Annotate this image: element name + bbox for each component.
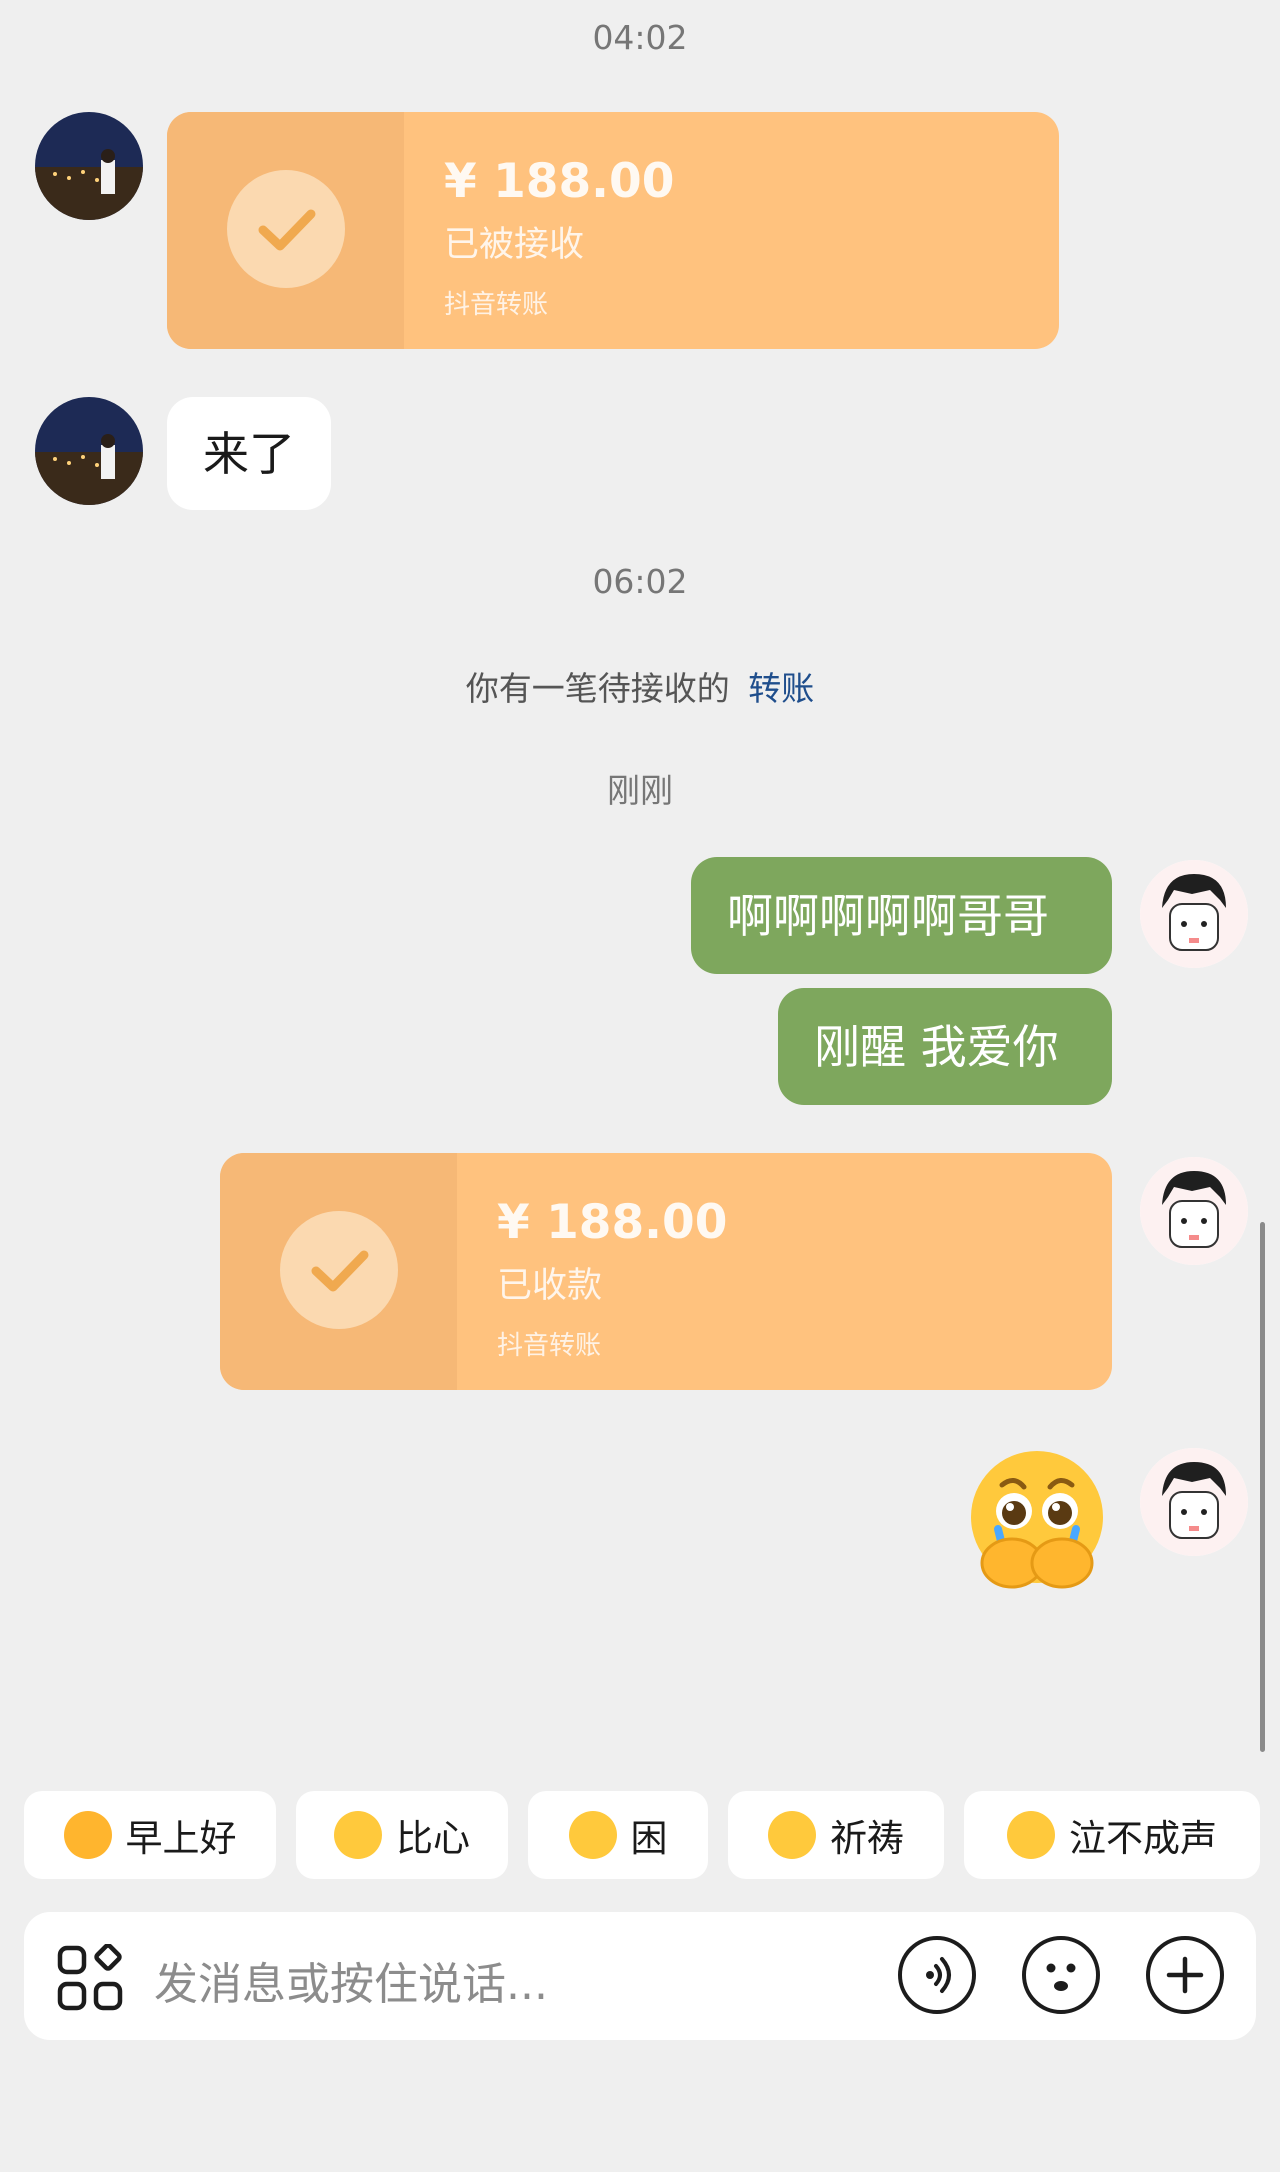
contact-avatar[interactable] [35, 397, 143, 505]
scrollbar[interactable] [1260, 1222, 1265, 1752]
transfer-amount: ¥ 188.00 [444, 154, 675, 209]
contact-avatar[interactable] [35, 112, 143, 220]
system-notice: 你有一笔待接收的 转账 [0, 662, 1280, 710]
quick-reply-chip[interactable]: 祈祷 [728, 1791, 944, 1879]
transfer-source: 抖音转账 [444, 290, 549, 320]
system-notice-text: 你有一笔待接收的 [465, 669, 730, 708]
transfer-link[interactable]: 转账 [748, 669, 814, 708]
plus-icon[interactable] [1146, 1936, 1224, 2014]
transfer-source: 抖音转账 [497, 1331, 602, 1361]
self-avatar[interactable] [1140, 1157, 1248, 1265]
self-avatar[interactable] [1140, 860, 1248, 968]
self-avatar[interactable] [1140, 1448, 1248, 1556]
quick-reply-label: 早上好 [125, 1817, 237, 1860]
quick-reply-chip[interactable]: 比心 [296, 1791, 508, 1879]
voice-icon[interactable] [898, 1936, 976, 2014]
heart-hand-emoji-icon [334, 1811, 382, 1859]
transfer-status: 已被接收 [444, 225, 585, 265]
sun-emoji-icon [63, 1811, 112, 1859]
timestamp: 刚刚 [607, 771, 673, 810]
message-bubble-sent[interactable]: 啊啊啊啊啊哥哥 [691, 857, 1112, 974]
timestamp: 06:02 [592, 562, 688, 601]
emoji-icon[interactable] [1022, 1936, 1100, 2014]
message-input-bar: 发消息或按住说话... [24, 1912, 1256, 2040]
pray-emoji-icon [768, 1811, 816, 1859]
quick-reply-chip[interactable]: 早上好 [24, 1791, 276, 1879]
transfer-status: 已收款 [497, 1266, 603, 1306]
transfer-amount: ¥ 188.00 [497, 1195, 728, 1250]
crying-face-hands-emoji-icon[interactable] [962, 1445, 1112, 1595]
timestamp: 04:02 [592, 18, 688, 57]
message-input[interactable]: 发消息或按住说话... [154, 1948, 548, 2012]
transfer-card-sent[interactable]: ¥ 188.00 已收款 抖音转账 [220, 1153, 1112, 1390]
quick-reply-chip[interactable]: 困 [528, 1791, 708, 1879]
crying-emoji-icon [1007, 1811, 1055, 1859]
message-bubble-sent[interactable]: 刚醒 我爱你 [778, 988, 1112, 1105]
quick-reply-label: 困 [630, 1817, 668, 1860]
sleepy-emoji-icon [568, 1811, 617, 1859]
quick-reply-label: 祈祷 [830, 1817, 904, 1860]
quick-reply-chip[interactable]: 泣不成声 [964, 1791, 1260, 1879]
quick-reply-label: 泣不成声 [1069, 1817, 1217, 1860]
quick-reply-label: 比心 [396, 1817, 470, 1860]
check-icon [227, 170, 345, 288]
check-icon [280, 1211, 398, 1329]
transfer-card-received[interactable]: ¥ 188.00 已被接收 抖音转账 [167, 112, 1059, 349]
apps-grid-icon[interactable] [56, 1943, 124, 2012]
message-bubble-received[interactable]: 来了 [167, 397, 331, 510]
